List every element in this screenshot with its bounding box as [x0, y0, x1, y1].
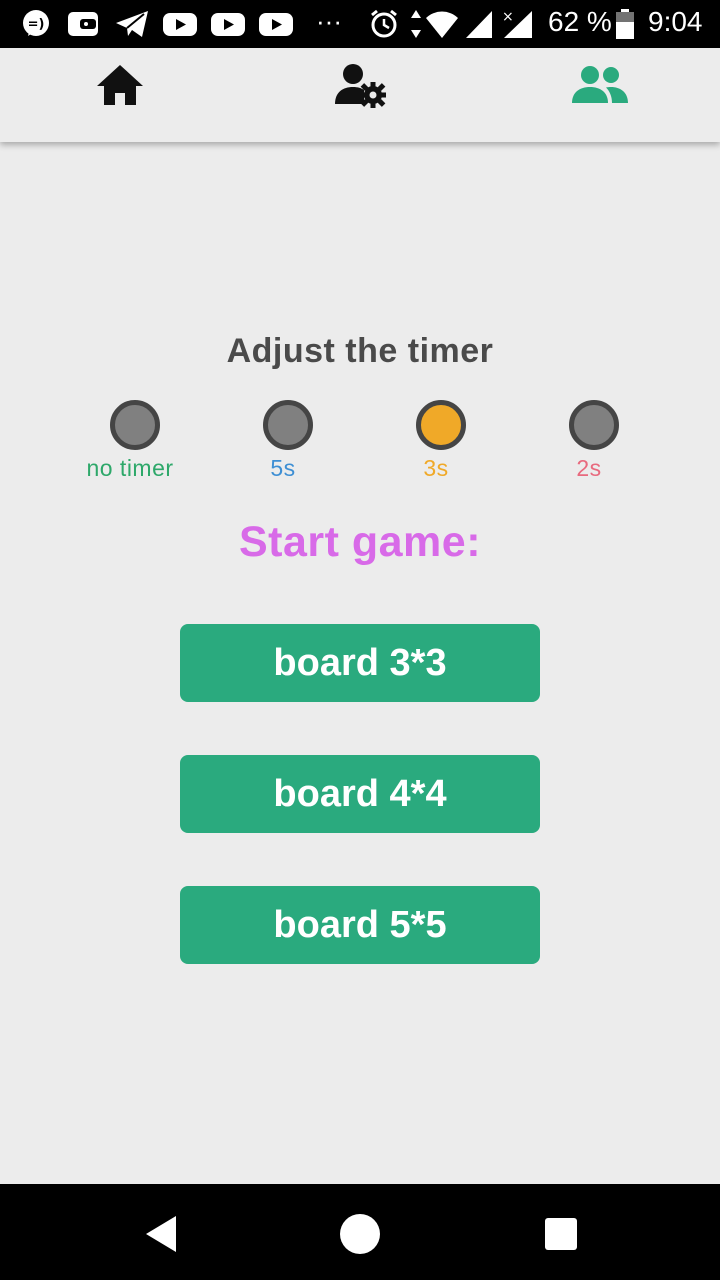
home-circle-icon: [340, 1214, 380, 1254]
signal-icon: [466, 11, 492, 38]
timer-label-none: no timer: [86, 455, 174, 481]
telegram-icon: [116, 11, 148, 37]
home-icon: [97, 65, 143, 105]
board-3x3-button[interactable]: board 3*3: [180, 624, 540, 702]
alarm-icon: [371, 9, 397, 38]
signal-no-service-icon: ×: [502, 9, 532, 38]
svg-text:×: ×: [502, 9, 514, 25]
timer-label-2s: 2s: [576, 455, 602, 481]
recents-icon: [545, 1218, 577, 1250]
status-overflow-indicator: ···: [316, 6, 342, 36]
status-bar: =) ··· × 62 % 9:04: [0, 0, 720, 48]
timer-radio-none[interactable]: [110, 400, 160, 450]
battery-icon: [616, 9, 634, 39]
nav-home-button[interactable]: [338, 1212, 382, 1256]
android-nav-bar: [0, 1184, 720, 1280]
nav-people[interactable]: [570, 60, 630, 110]
nav-user-settings[interactable]: [330, 60, 390, 110]
timer-option-none[interactable]: no timer: [55, 400, 215, 490]
timer-radio-2s[interactable]: [569, 400, 619, 450]
clock: 9:04: [648, 6, 703, 37]
timer-label-3s: 3s: [423, 455, 449, 481]
user-settings-icon: [335, 64, 386, 108]
youtube-icon: [211, 13, 245, 36]
youtube-icon: [259, 13, 293, 36]
timer-radio-5s[interactable]: [263, 400, 313, 450]
youtube-icon: [163, 13, 197, 36]
messenger-icon: =): [23, 10, 49, 36]
timer-option-5s[interactable]: 5s: [208, 400, 368, 490]
svg-text:=): =): [28, 17, 45, 32]
battery-percent: 62 %: [548, 6, 612, 37]
wallet-icon: [68, 12, 98, 36]
wifi-icon: [411, 10, 458, 38]
timer-label-5s: 5s: [270, 455, 296, 481]
timer-title: Adjust the timer: [226, 332, 494, 370]
board-4x4-button[interactable]: board 4*4: [180, 755, 540, 833]
timer-option-2s[interactable]: 2s: [514, 400, 674, 490]
timer-option-3s[interactable]: 3s: [361, 400, 521, 490]
board-5x5-button[interactable]: board 5*5: [180, 886, 540, 964]
nav-recents-button[interactable]: [539, 1212, 583, 1256]
nav-back-button[interactable]: [140, 1212, 184, 1256]
timer-radio-3s[interactable]: [416, 400, 466, 450]
top-nav-bar: [0, 48, 720, 142]
start-game-label: Start game:: [238, 518, 482, 566]
nav-home[interactable]: [90, 60, 150, 110]
back-icon: [146, 1216, 176, 1252]
people-icon: [572, 66, 628, 103]
